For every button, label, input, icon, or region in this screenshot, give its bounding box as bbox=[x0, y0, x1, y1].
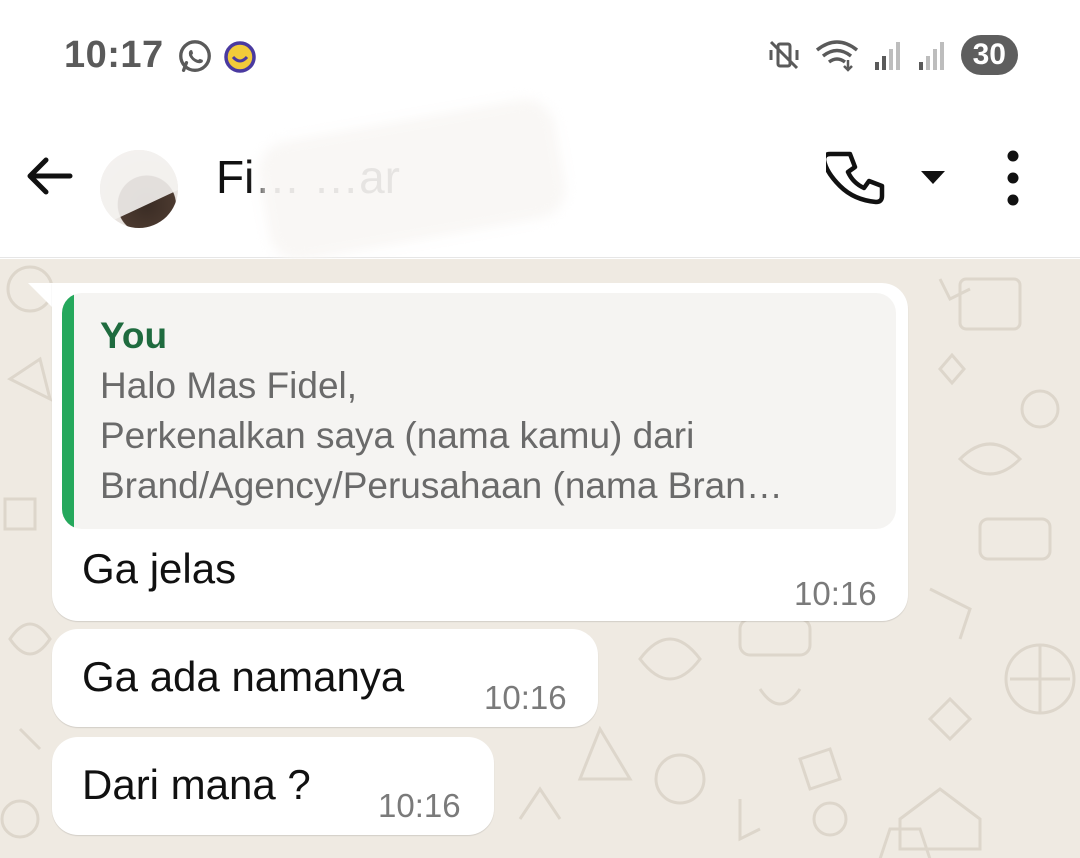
status-icons: 30 bbox=[767, 34, 1018, 76]
message-text: Dari mana ? bbox=[82, 761, 311, 808]
message-text: Ga jelas bbox=[82, 545, 237, 592]
message-bubble[interactable]: Dari mana ? 10:16 bbox=[52, 737, 494, 835]
chat-area[interactable]: You Halo Mas Fidel, Perkenalkan saya (na… bbox=[0, 259, 1080, 858]
phone-icon[interactable] bbox=[826, 146, 890, 210]
signal-1-icon bbox=[874, 42, 900, 70]
wifi-icon bbox=[815, 40, 858, 72]
back-arrow-icon[interactable] bbox=[22, 148, 78, 204]
avatar[interactable] bbox=[100, 150, 178, 228]
status-bar: 10:17 30 bbox=[0, 0, 1080, 110]
quoted-author: You bbox=[100, 315, 168, 356]
dropdown-caret-icon[interactable] bbox=[918, 168, 948, 188]
battery-level: 30 bbox=[960, 35, 1018, 75]
quoted-line: Halo Mas Fidel, bbox=[100, 365, 358, 406]
status-time: 10:17 bbox=[64, 34, 164, 76]
smiley-notification-icon bbox=[224, 41, 256, 73]
quoted-line: Brand/Agency/Perusahaan (nama Bran… bbox=[100, 465, 783, 506]
chat-header: Fi… …ar bbox=[0, 94, 1080, 266]
message-bubble[interactable]: You Halo Mas Fidel, Perkenalkan saya (na… bbox=[52, 283, 908, 621]
message-time: 10:16 bbox=[378, 787, 461, 824]
message-time: 10:16 bbox=[794, 575, 877, 612]
signal-2-icon bbox=[918, 42, 944, 70]
quoted-line: Perkenalkan saya (nama kamu) dari bbox=[100, 415, 695, 456]
redaction-blur bbox=[253, 94, 571, 266]
more-vert-icon[interactable] bbox=[996, 148, 1030, 208]
bubble-tail bbox=[28, 283, 54, 309]
message-time: 10:16 bbox=[484, 679, 567, 716]
quote-accent-bar bbox=[62, 293, 74, 529]
message-text: Ga ada namanya bbox=[82, 653, 405, 700]
vibrate-mute-icon bbox=[769, 40, 799, 70]
quoted-message[interactable]: You Halo Mas Fidel, Perkenalkan saya (na… bbox=[62, 293, 896, 529]
message-bubble[interactable]: Ga ada namanya 10:16 bbox=[52, 629, 598, 727]
whatsapp-notification-icon bbox=[179, 40, 211, 72]
